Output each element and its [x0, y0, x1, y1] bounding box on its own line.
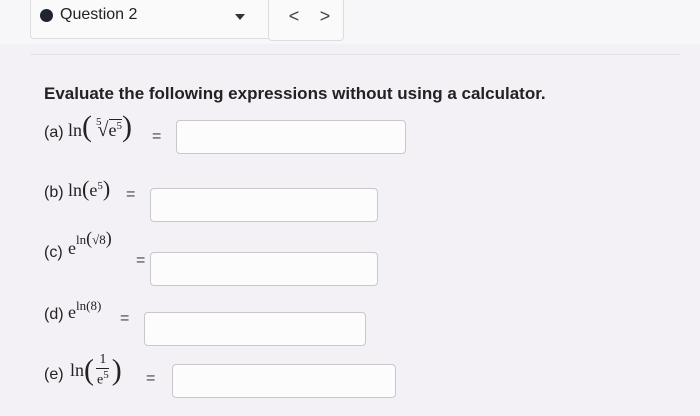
caret-down-icon[interactable]	[235, 14, 245, 20]
part-e-answer-field[interactable]	[172, 364, 396, 398]
part-b-label: (b)	[44, 184, 64, 201]
part-d-equals: =	[120, 310, 130, 327]
part-b-expression: ln(e5)	[68, 176, 111, 201]
part-e-expression: ln(1 e5)	[70, 352, 122, 388]
part-e-equals: =	[146, 370, 156, 387]
part-c-equals: =	[136, 252, 146, 269]
divider	[30, 54, 680, 55]
instructions: Evaluate the following expressions witho…	[44, 84, 546, 103]
part-a-equals: =	[152, 128, 162, 145]
part-d-label: (d)	[44, 306, 64, 323]
part-d-answer-field[interactable]	[144, 312, 366, 346]
part-a-expression: ln(5√e5)	[68, 110, 132, 143]
part-c-label: (c)	[44, 244, 63, 261]
part-a-answer-field[interactable]	[176, 120, 406, 154]
part-b-equals: =	[126, 186, 136, 203]
prev-question-button[interactable]: <	[282, 6, 306, 27]
next-question-button[interactable]: >	[313, 6, 337, 27]
part-c-answer-field[interactable]	[150, 252, 378, 286]
question-label: Question 2	[60, 6, 138, 23]
part-c-expression: eln(√8)	[68, 228, 112, 258]
part-b-answer-field[interactable]	[150, 188, 378, 222]
part-e-label: (e)	[44, 366, 64, 383]
part-a-label: (a)	[44, 124, 64, 141]
filled-circle-icon	[40, 9, 53, 22]
part-d-expression: eln(8)	[68, 298, 102, 322]
